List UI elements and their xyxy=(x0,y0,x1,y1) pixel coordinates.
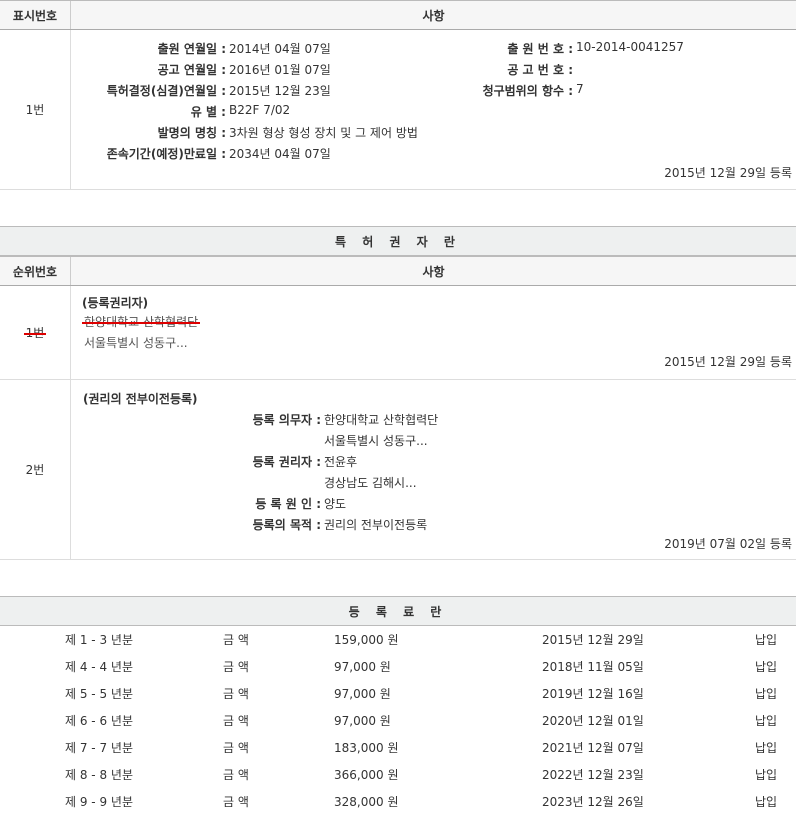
fee-status: 납입 xyxy=(755,633,778,647)
register-table-header: 표시번호 사항 xyxy=(0,0,796,30)
field-label-application-number: 출 원 번 호 : xyxy=(507,42,573,56)
fee-status: 납입 xyxy=(755,660,778,674)
obligor-label: 등록 의무자 : xyxy=(252,413,321,427)
cause-label: 등 록 원 인 : xyxy=(255,497,321,511)
fee-amount: 183,000 원 xyxy=(334,741,399,755)
fee-period: 제 1 - 3 년분 xyxy=(65,633,133,647)
fee-status: 납입 xyxy=(755,768,778,782)
fee-payment-date: 2019년 12월 16일 xyxy=(542,687,644,701)
obligor-name: 한양대학교 산학협력단 xyxy=(324,413,439,427)
fee-amount: 328,000 원 xyxy=(334,795,399,809)
purpose-value: 권리의 전부이전등록 xyxy=(324,518,428,532)
patent-info-row: 1번 출원 연월일 : 2014년 04월 07일 공고 연월일 : 2016년… xyxy=(0,30,796,190)
fee-period: 제 8 - 8 년분 xyxy=(65,768,133,782)
fee-amount-label: 금 액 xyxy=(223,795,249,809)
obligor-address: 서울특별시 성동구... xyxy=(324,434,428,448)
holder-entry-title: (등록권리자) xyxy=(82,296,149,310)
registration-date: 2015년 12월 29일 등록 xyxy=(664,166,792,180)
transfer-entry-title: (권리의 전부이전등록) xyxy=(83,392,198,406)
field-label-expiry-date: 존속기간(예정)만료일 : xyxy=(106,147,226,161)
fee-payment-date: 2023년 12월 26일 xyxy=(542,795,644,809)
registration-date: 2015년 12월 29일 등록 xyxy=(664,355,792,369)
fee-amount-label: 금 액 xyxy=(223,741,249,755)
fee-amount: 97,000 원 xyxy=(334,687,391,701)
fee-period: 제 9 - 9 년분 xyxy=(65,795,133,809)
field-label-filing-date: 출원 연월일 : xyxy=(157,42,226,56)
field-value-filing-date: 2014년 04월 07일 xyxy=(229,42,331,56)
fee-amount-label: 금 액 xyxy=(223,660,249,674)
field-value-decision-date: 2015년 12월 23일 xyxy=(229,84,331,98)
display-number: 1번 xyxy=(0,30,71,189)
field-label-publication-date: 공고 연월일 : xyxy=(157,63,226,77)
field-value-publication-date: 2016년 01월 07일 xyxy=(229,63,331,77)
holder-table-header: 순위번호 사항 xyxy=(0,256,796,286)
fee-status: 납입 xyxy=(755,687,778,701)
holder-label: 등록 권리자 : xyxy=(252,455,321,469)
fee-amount: 159,000 원 xyxy=(334,633,399,647)
holder-name-struck: 한양대학교 산학협력단 xyxy=(81,315,201,329)
fee-period: 제 5 - 5 년분 xyxy=(65,687,133,701)
rank-number: 2번 xyxy=(0,380,71,559)
rank-number-struck: 1번 xyxy=(23,326,47,340)
field-label-decision-date: 특허결정(심결)연월일 : xyxy=(106,84,226,98)
fee-amount: 97,000 원 xyxy=(334,660,391,674)
field-label-classification: 유 별 : xyxy=(190,105,226,119)
fee-row: 제 6 - 6 년분 금 액 97,000 원 2020년 12월 01일 납입 xyxy=(0,707,796,734)
holder-name: 전윤후 xyxy=(324,455,358,469)
field-value-invention-title: 3차원 형상 형성 장치 및 그 제어 방법 xyxy=(229,126,418,140)
field-value-expiry-date: 2034년 04월 07일 xyxy=(229,147,331,161)
col-header-details: 사항 xyxy=(422,8,445,23)
fee-amount: 366,000 원 xyxy=(334,768,399,782)
field-value-claim-count: 7 xyxy=(576,82,584,96)
fee-amount-label: 금 액 xyxy=(223,768,249,782)
fee-amount: 97,000 원 xyxy=(334,714,391,728)
col-header-details: 사항 xyxy=(422,264,445,279)
fee-payment-date: 2018년 11월 05일 xyxy=(542,660,644,674)
fee-amount-label: 금 액 xyxy=(223,633,249,647)
holder-address: 서울특별시 성동구... xyxy=(84,336,188,350)
fee-row: 제 5 - 5 년분 금 액 97,000 원 2019년 12월 16일 납입 xyxy=(0,680,796,707)
fee-row: 제 9 - 9 년분 금 액 328,000 원 2023년 12월 26일 납입 xyxy=(0,788,796,814)
field-value-application-number: 10-2014-0041257 xyxy=(576,40,684,54)
fee-period: 제 6 - 6 년분 xyxy=(65,714,133,728)
fee-status: 납입 xyxy=(755,714,778,728)
holder-row-2: 2번 (권리의 전부이전등록) 등록 의무자 : 한양대학교 산학협력단 서울특… xyxy=(0,380,796,560)
fee-row: 제 8 - 8 년분 금 액 366,000 원 2022년 12월 23일 납입 xyxy=(0,761,796,788)
fee-payment-date: 2021년 12월 07일 xyxy=(542,741,644,755)
field-label-invention-title: 발명의 명칭 : xyxy=(157,126,226,140)
cause-value: 양도 xyxy=(324,497,347,511)
fee-row: 제 7 - 7 년분 금 액 183,000 원 2021년 12월 07일 납입 xyxy=(0,734,796,761)
holder-row-1: 1번 (등록권리자) 한양대학교 산학협력단 서울특별시 성동구... 2015… xyxy=(0,286,796,380)
field-label-publication-number: 공 고 번 호 : xyxy=(507,63,573,77)
holder-address: 경상남도 김해시... xyxy=(324,476,417,490)
fee-row: 제 1 - 3 년분 금 액 159,000 원 2015년 12월 29일 납입 xyxy=(0,626,796,653)
fee-payment-date: 2022년 12월 23일 xyxy=(542,768,644,782)
rank-number: 1번 xyxy=(0,286,71,379)
fee-status: 납입 xyxy=(755,741,778,755)
fee-status: 납입 xyxy=(755,795,778,809)
col-header-display-number: 표시번호 xyxy=(0,1,71,29)
col-header-rank-number: 순위번호 xyxy=(0,257,71,285)
field-label-claim-count: 청구범위의 항수 : xyxy=(482,84,573,98)
registration-fee-section-title: 등 록 료 란 xyxy=(0,596,796,626)
purpose-label: 등록의 목적 : xyxy=(252,518,321,532)
fee-payment-date: 2015년 12월 29일 xyxy=(542,633,644,647)
fee-period: 제 4 - 4 년분 xyxy=(65,660,133,674)
fee-payment-date: 2020년 12월 01일 xyxy=(542,714,644,728)
fee-amount-label: 금 액 xyxy=(223,687,249,701)
field-value-classification: B22F 7/02 xyxy=(229,103,291,117)
fee-row: 제 4 - 4 년분 금 액 97,000 원 2018년 11월 05일 납입 xyxy=(0,653,796,680)
patent-holder-section-title: 특 허 권 자 란 xyxy=(0,226,796,256)
fee-amount-label: 금 액 xyxy=(223,714,249,728)
registration-date: 2019년 07월 02일 등록 xyxy=(664,537,792,551)
fee-period: 제 7 - 7 년분 xyxy=(65,741,133,755)
